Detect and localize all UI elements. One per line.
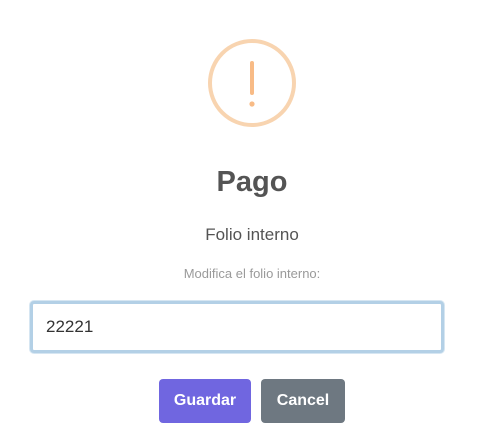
dialog-title: Pago (216, 166, 288, 198)
folio-input-label: Modifica el folio interno: (183, 266, 321, 281)
modal-dialog: Pago Folio interno Modifica el folio int… (0, 0, 504, 448)
cancel-button[interactable]: Cancel (261, 379, 345, 423)
exclamation-icon (249, 61, 255, 107)
save-button[interactable]: Guardar (159, 379, 251, 423)
folio-input[interactable] (30, 301, 444, 353)
dialog-subtitle: Folio interno (205, 225, 299, 244)
warning-icon (208, 39, 296, 127)
